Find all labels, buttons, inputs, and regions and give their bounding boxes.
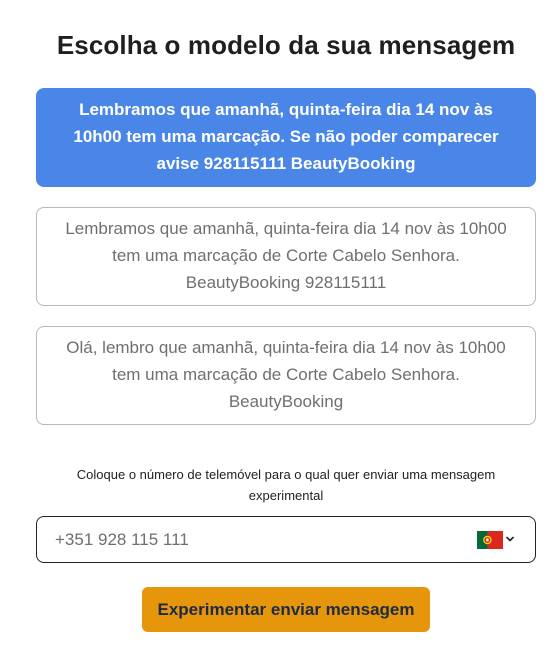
message-template-2[interactable]: Lembramos que amanhã, quinta-feira dia 1… (36, 207, 536, 306)
portugal-flag-icon (477, 531, 503, 549)
message-template-3[interactable]: Olá, lembro que amanhã, quinta-feira dia… (36, 326, 536, 425)
message-template-1[interactable]: Lembramos que amanhã, quinta-feira dia 1… (36, 88, 536, 187)
chevron-down-icon (506, 536, 514, 542)
message-template-text: Lembramos que amanhã, quinta-feira dia 1… (65, 219, 507, 292)
page-title: Escolha o modelo da sua mensagem (56, 30, 516, 60)
country-code-select[interactable] (477, 531, 517, 549)
message-template-text: Lembramos que amanhã, quinta-feira dia 1… (73, 100, 499, 173)
phone-input[interactable] (55, 527, 455, 553)
phone-field-label: Coloque o número de telemóvel para o qua… (76, 467, 496, 503)
phone-field (36, 516, 536, 563)
send-test-message-button[interactable]: Experimentar enviar mensagem (142, 587, 430, 632)
message-template-text: Olá, lembro que amanhã, quinta-feira dia… (66, 338, 506, 411)
